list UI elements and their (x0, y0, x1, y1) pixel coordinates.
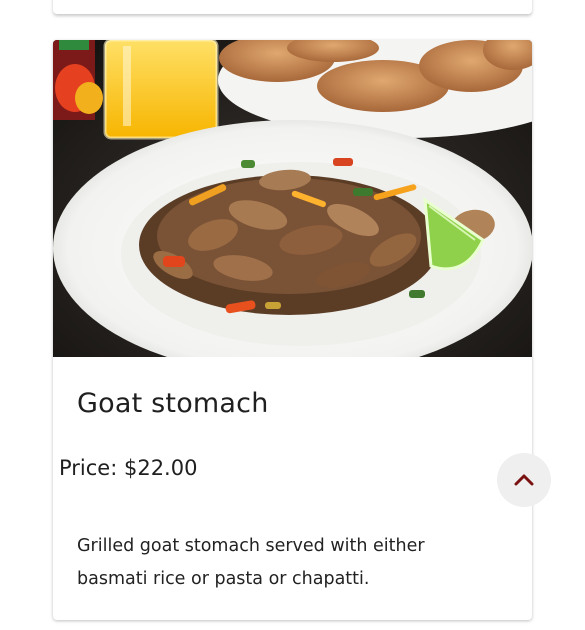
dish-title: Goat stomach (77, 388, 269, 419)
menu-page: Goat stomach Price: $22.00 Grilled goat … (0, 0, 585, 630)
menu-item-card: Goat stomach Price: $22.00 Grilled goat … (53, 40, 532, 620)
previous-menu-card (53, 0, 532, 14)
dish-description: Grilled goat stomach served with either … (77, 536, 425, 589)
dish-photo (53, 40, 532, 357)
collapse-button[interactable] (497, 453, 551, 507)
chevron-up-icon (514, 474, 534, 486)
dish-price: Price: $22.00 (59, 456, 198, 480)
